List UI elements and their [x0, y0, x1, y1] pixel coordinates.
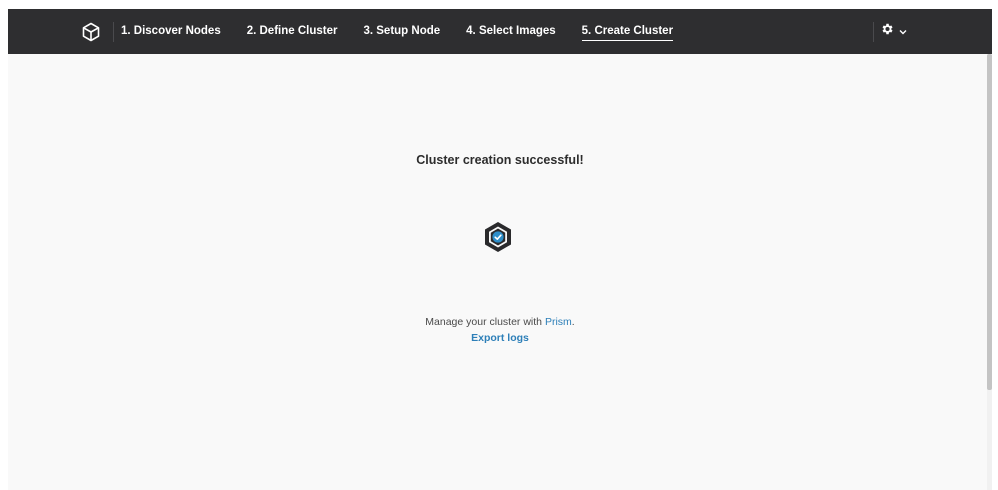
- wizard-steps: 1. Discover Nodes 2. Define Cluster 3. S…: [121, 9, 699, 54]
- step-create-cluster[interactable]: 5. Create Cluster: [581, 9, 674, 54]
- vertical-scrollbar[interactable]: [987, 54, 992, 490]
- gear-icon: [880, 22, 894, 41]
- step-select-images[interactable]: 4. Select Images: [466, 9, 556, 54]
- chevron-down-icon: [899, 29, 907, 35]
- navbar-divider-right: [873, 22, 874, 42]
- page-title: Cluster creation successful!: [416, 153, 584, 167]
- foundation-app: 1. Discover Nodes 2. Define Cluster 3. S…: [8, 9, 992, 490]
- step-setup-node[interactable]: 3. Setup Node: [363, 9, 440, 54]
- navbar-divider-left: [113, 22, 114, 42]
- cluster-success-icon: [481, 220, 515, 254]
- settings-menu-button[interactable]: [880, 9, 907, 54]
- export-logs-link[interactable]: Export logs: [8, 332, 992, 344]
- top-navbar: 1. Discover Nodes 2. Define Cluster 3. S…: [8, 9, 992, 54]
- manage-prefix: Manage your cluster with: [425, 316, 545, 328]
- step-define-cluster[interactable]: 2. Define Cluster: [247, 9, 338, 54]
- manage-cluster-text: Manage your cluster with Prism.: [8, 316, 992, 328]
- manage-suffix: .: [571, 316, 575, 328]
- window-frame: 1. Discover Nodes 2. Define Cluster 3. S…: [0, 0, 998, 490]
- scrollbar-thumb[interactable]: [987, 54, 992, 390]
- nutanix-cube-icon[interactable]: [80, 21, 102, 43]
- main-content: Cluster creation successful! Manage your…: [8, 54, 992, 490]
- step-discover-nodes[interactable]: 1. Discover Nodes: [121, 9, 221, 54]
- prism-link[interactable]: Prism: [545, 316, 572, 328]
